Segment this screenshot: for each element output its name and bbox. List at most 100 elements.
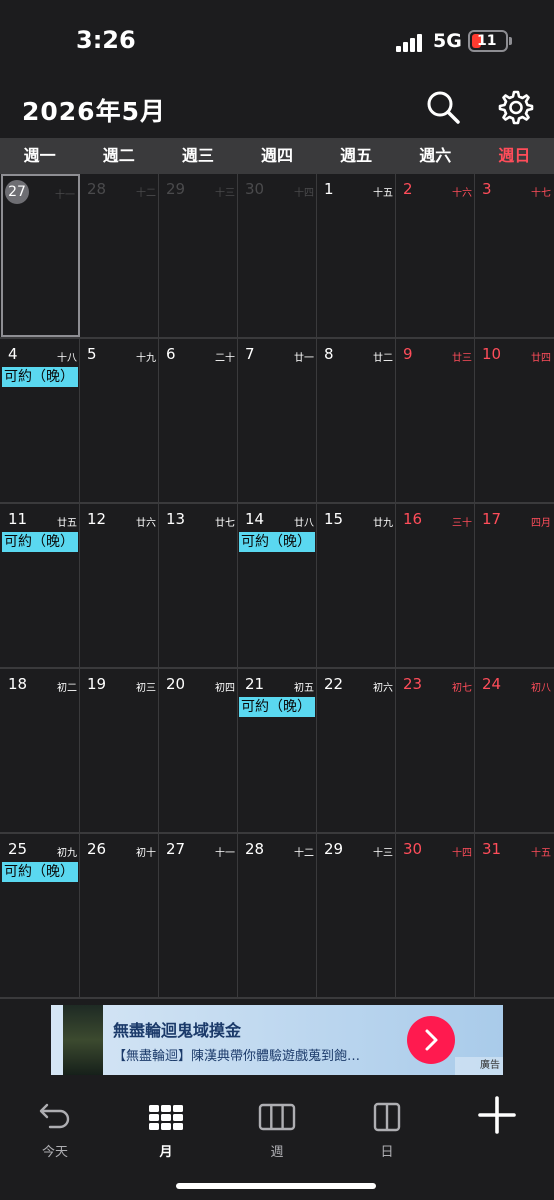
day-cell[interactable]: 9 廿三 (396, 339, 475, 502)
day-cell[interactable]: 30 十四 (396, 834, 475, 997)
day-cell[interactable]: 10 廿四 (475, 339, 554, 502)
day-cell[interactable]: 28 十二 (80, 174, 159, 337)
lunar-date: 十二 (136, 188, 156, 199)
lunar-date: 初六 (373, 683, 393, 694)
lunar-date: 初三 (136, 683, 156, 694)
lunar-date: 廿六 (136, 518, 156, 529)
week-row: 27 十一 28 十二 29 十三 30 十四 1 十五 2 十六 3 十七 (0, 174, 554, 339)
day-number: 29 (324, 840, 344, 858)
lunar-date: 初二 (57, 683, 77, 694)
day-number: 19 (87, 675, 107, 693)
day-cell[interactable]: 11 廿五 可約（晚） (1, 504, 80, 667)
day-number: 31 (482, 840, 502, 858)
battery-nub (509, 37, 512, 45)
day-number: 8 (324, 345, 334, 363)
event-chip[interactable]: 可約（晚） (239, 532, 315, 552)
weekday-thu: 週四 (260, 146, 293, 165)
day-cell[interactable]: 23 初七 (396, 669, 475, 832)
lunar-date: 廿九 (373, 518, 393, 529)
lunar-date: 十五 (373, 188, 393, 199)
day-number: 28 (245, 840, 265, 858)
tab-month[interactable]: 月 (131, 1095, 201, 1160)
search-icon[interactable] (424, 88, 462, 126)
lunar-date: 三十 (452, 518, 472, 529)
ad-tag: 廣告 (455, 1057, 503, 1075)
event-chip[interactable]: 可約（晚） (2, 862, 78, 882)
day-cell[interactable]: 7 廿一 (238, 339, 317, 502)
day-cell[interactable]: 19 初三 (80, 669, 159, 832)
week-columns-icon (258, 1103, 296, 1131)
day-cell[interactable]: 1 十五 (317, 174, 396, 337)
event-chip[interactable]: 可約（晚） (2, 367, 78, 387)
tab-month-label: 月 (159, 1145, 173, 1160)
day-cell[interactable]: 25 初九 可約（晚） (1, 834, 80, 997)
tab-day[interactable]: 日 (352, 1095, 422, 1160)
add-event-button[interactable] (462, 1095, 532, 1155)
lunar-date: 廿四 (531, 353, 551, 364)
day-cell[interactable]: 26 初十 (80, 834, 159, 997)
ad-title: 無盡輪迴鬼域摸金 (113, 1021, 242, 1040)
lunar-date: 十六 (452, 188, 472, 199)
gear-icon[interactable] (496, 88, 534, 126)
day-cell[interactable]: 29 十三 (317, 834, 396, 997)
day-number: 11 (8, 510, 28, 528)
undo-arrow-icon (39, 1103, 70, 1129)
lunar-date: 十一 (215, 848, 235, 859)
tab-week[interactable]: 週 (242, 1095, 312, 1160)
lunar-date: 十五 (531, 848, 551, 859)
day-cell[interactable]: 27 十一 (159, 834, 238, 997)
day-number: 16 (403, 510, 423, 528)
lunar-date: 初九 (57, 848, 77, 859)
day-number: 30 (245, 180, 265, 198)
month-grid-icon (149, 1105, 183, 1130)
day-cell[interactable]: 28 十二 (238, 834, 317, 997)
day-number: 3 (482, 180, 492, 198)
event-chip[interactable]: 可約（晚） (2, 532, 78, 552)
day-cell[interactable]: 29 十三 (159, 174, 238, 337)
day-cell[interactable]: 4 十八 可約（晚） (1, 339, 80, 502)
day-cell[interactable]: 31 十五 (475, 834, 554, 997)
day-cell[interactable]: 12 廿六 (80, 504, 159, 667)
battery-icon: 11 (468, 30, 508, 52)
day-cell[interactable]: 3 十七 (475, 174, 554, 337)
tab-day-label: 日 (380, 1145, 394, 1160)
day-cell[interactable]: 18 初二 (1, 669, 80, 832)
day-number: 28 (87, 180, 107, 198)
weekday-sat: 週六 (419, 146, 452, 165)
day-number: 12 (87, 510, 107, 528)
day-cell[interactable]: 20 初四 (159, 669, 238, 832)
day-number: 4 (8, 345, 18, 363)
network-label: 5G (433, 30, 462, 52)
day-cell[interactable]: 14 廿八 可約（晚） (238, 504, 317, 667)
week-row: 11 廿五 可約（晚） 12 廿六 13 廿七 14 廿八 可約（晚） 15 廿九 16 三十 17 四月 (0, 504, 554, 669)
day-cell[interactable]: 22 初六 (317, 669, 396, 832)
day-number: 7 (245, 345, 255, 363)
ad-banner[interactable]: 無盡輪迴鬼域摸金 【無盡輪迴】陳漢典帶你體驗遊戲蒐到飽… 廣告 (51, 1005, 503, 1075)
lunar-date: 十二 (294, 848, 314, 859)
day-cell[interactable]: 13 廿七 (159, 504, 238, 667)
ad-go-button[interactable] (407, 1016, 455, 1064)
day-cell[interactable]: 5 十九 (80, 339, 159, 502)
day-number: 1 (324, 180, 334, 198)
tab-week-label: 週 (270, 1145, 284, 1160)
day-cell[interactable]: 8 廿二 (317, 339, 396, 502)
day-columns-icon (373, 1102, 401, 1132)
lunar-date: 初十 (136, 848, 156, 859)
day-number: 10 (482, 345, 502, 363)
day-number: 23 (403, 675, 423, 693)
day-number: 5 (87, 345, 97, 363)
day-cell[interactable]: 21 初五 可約（晚） (238, 669, 317, 832)
day-cell[interactable]: 2 十六 (396, 174, 475, 337)
day-cell[interactable]: 6 二十 (159, 339, 238, 502)
day-cell[interactable]: 24 初八 (475, 669, 554, 832)
month-title[interactable]: 2026年5月 (22, 92, 166, 128)
day-number: 15 (324, 510, 344, 528)
day-cell[interactable]: 16 三十 (396, 504, 475, 667)
day-cell[interactable]: 17 四月 (475, 504, 554, 667)
tab-today[interactable]: 今天 (20, 1095, 90, 1160)
lunar-date: 四月 (531, 518, 551, 529)
event-chip[interactable]: 可約（晚） (239, 697, 315, 717)
day-cell[interactable]: 30 十四 (238, 174, 317, 337)
day-cell[interactable]: 27 十一 (1, 174, 80, 337)
day-cell[interactable]: 15 廿九 (317, 504, 396, 667)
